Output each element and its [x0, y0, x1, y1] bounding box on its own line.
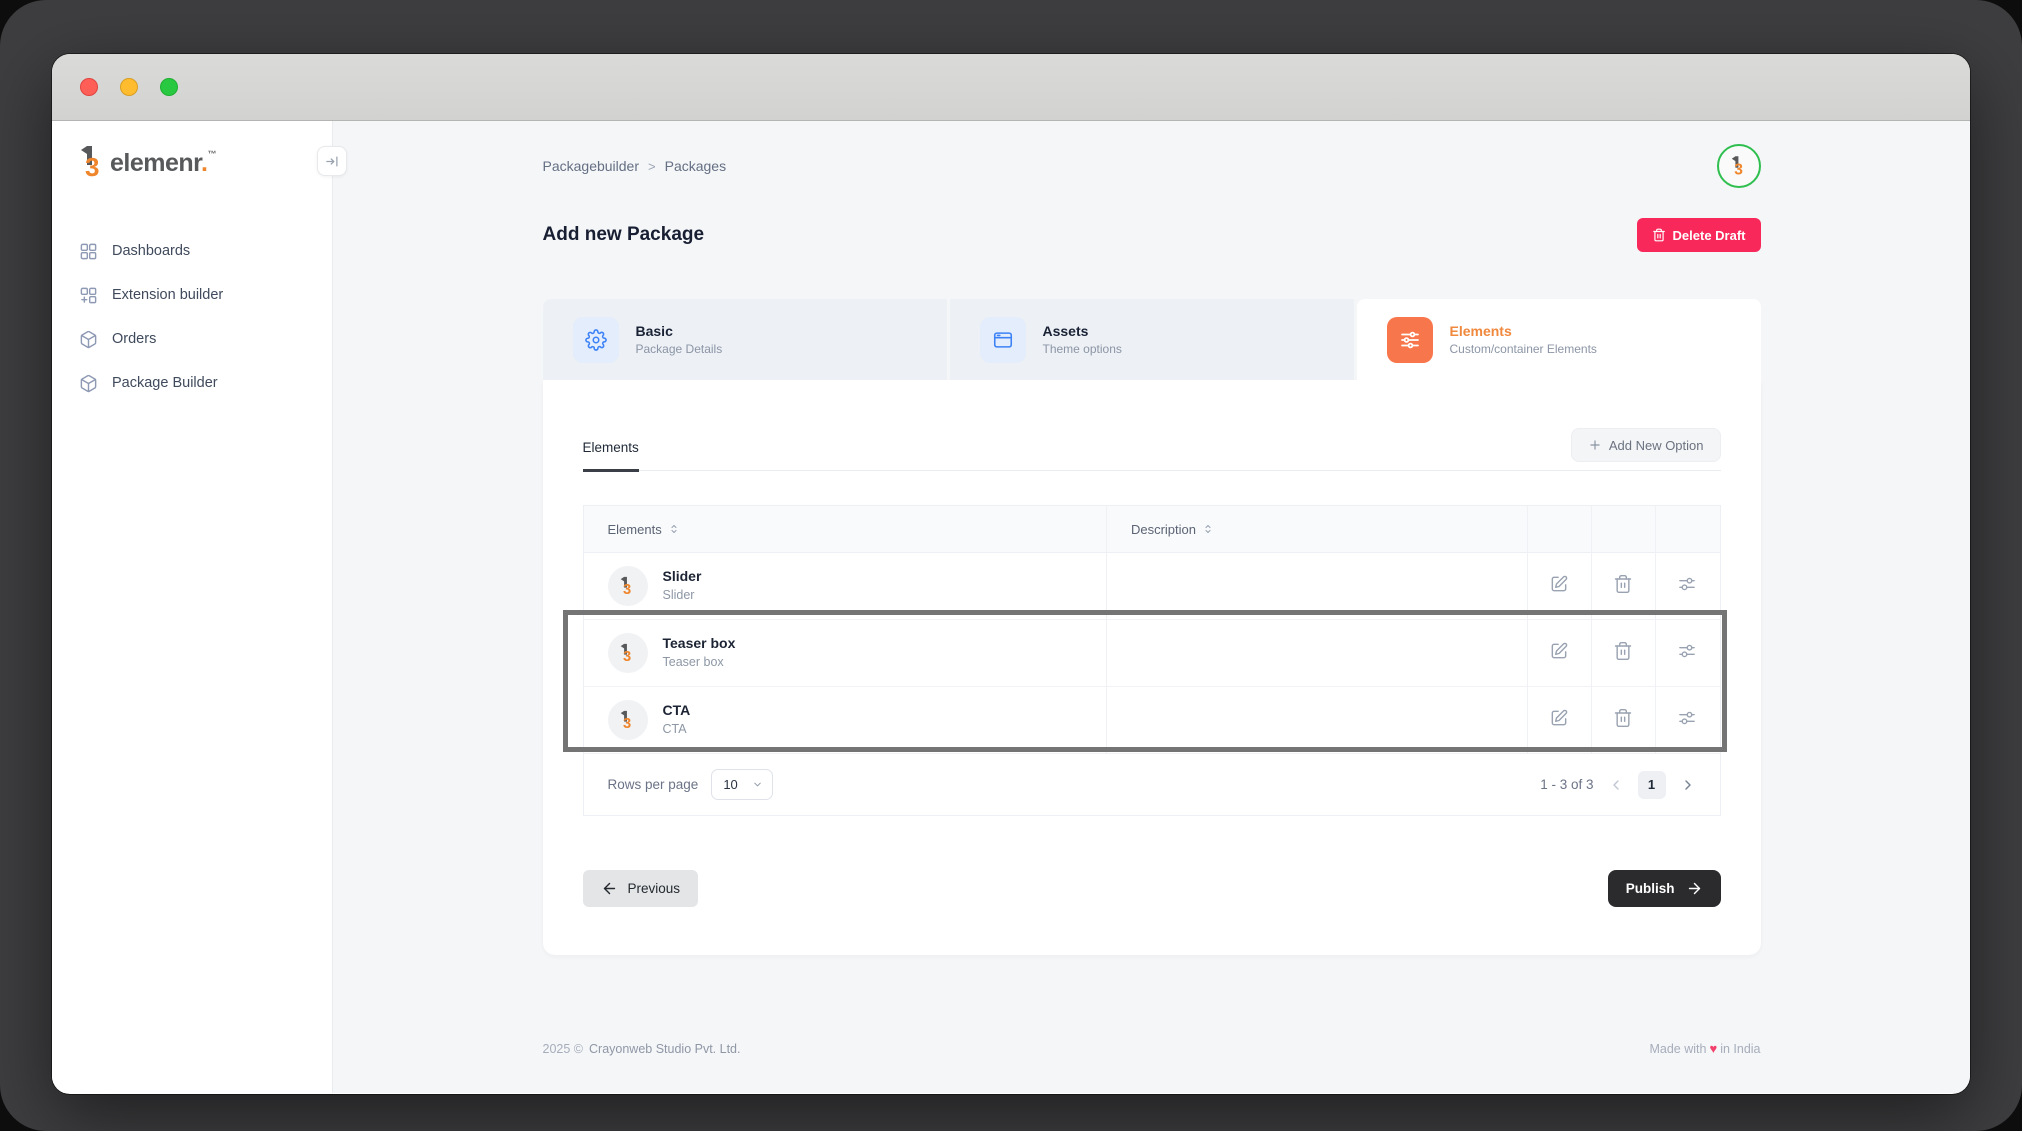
plus-icon	[1588, 438, 1602, 452]
tab-elements[interactable]: Elements	[583, 440, 639, 472]
breadcrumb-separator: >	[648, 159, 656, 174]
adjustments-icon[interactable]	[1677, 574, 1699, 596]
add-new-option-button[interactable]: Add New Option	[1571, 428, 1721, 462]
grid-plus-icon	[79, 286, 98, 305]
edit-icon[interactable]	[1549, 574, 1571, 596]
sidebar-item-label: Extension builder	[112, 287, 223, 303]
column-header-elements[interactable]: Elements	[583, 506, 1106, 553]
element-logo-avatar: 3	[608, 566, 648, 606]
delete-draft-button[interactable]: Delete Draft	[1637, 218, 1761, 252]
browser-icon	[980, 317, 1026, 363]
pagination-page-1[interactable]: 1	[1638, 771, 1666, 799]
footer-made-with: Made with♥in India	[1649, 1041, 1760, 1056]
element-subtitle: Slider	[663, 587, 702, 605]
previous-button[interactable]: Previous	[583, 870, 699, 907]
minimize-window-button[interactable]	[120, 78, 138, 96]
column-header-action	[1656, 506, 1720, 553]
breadcrumb: Packagebuilder > Packages	[543, 158, 727, 174]
element-title: Slider	[663, 567, 702, 587]
publish-button[interactable]: Publish	[1608, 870, 1721, 907]
sort-icon	[1202, 523, 1214, 535]
sidebar-item-label: Dashboards	[112, 243, 190, 259]
sidebar-item-package-builder[interactable]: Package Builder	[52, 361, 332, 405]
sidebar-item-orders[interactable]: Orders	[52, 317, 332, 361]
brand-logo-icon: 3	[78, 145, 108, 181]
step-subtitle: Theme options	[1043, 341, 1122, 357]
brand-name: elemenr.™	[110, 145, 216, 181]
breadcrumb-packages[interactable]: Packages	[665, 158, 726, 174]
main-area: Packagebuilder > Packages 3 Add new	[333, 121, 1970, 1093]
step-title: Assets	[1043, 322, 1122, 341]
close-window-button[interactable]	[80, 78, 98, 96]
sidebar-nav: Dashboards Extension builder	[52, 229, 332, 405]
chevron-left-icon[interactable]	[1608, 777, 1624, 793]
pagination-range-label: 1 - 3 of 3	[1540, 777, 1593, 792]
rows-per-page-select[interactable]: 10	[711, 769, 773, 800]
step-title: Elements	[1450, 322, 1597, 341]
sidebar-collapse-button[interactable]	[317, 146, 347, 176]
sidebar-item-label: Package Builder	[112, 375, 218, 391]
footer: 2025 ©Crayonweb Studio Pvt. Ltd. Made wi…	[543, 1041, 1761, 1056]
trash-icon	[1652, 228, 1666, 242]
column-header-action	[1592, 506, 1656, 553]
sidebar-item-dashboards[interactable]: Dashboards	[52, 229, 332, 273]
brand-logo[interactable]: 3 elemenr.™	[78, 145, 332, 185]
sliders-icon	[1387, 317, 1433, 363]
screenshot-background: 3 elemenr.™	[0, 0, 2022, 1131]
step-subtitle: Package Details	[636, 341, 723, 357]
step-subtitle: Custom/container Elements	[1450, 341, 1597, 357]
step-basic[interactable]: Basic Package Details	[543, 299, 947, 380]
sidebar-item-label: Orders	[112, 331, 156, 347]
arrow-to-bar-icon	[325, 154, 340, 169]
sidebar-item-extension-builder[interactable]: Extension builder	[52, 273, 332, 317]
step-assets[interactable]: Assets Theme options	[950, 299, 1354, 380]
page-title: Add new Package	[543, 224, 705, 246]
breadcrumb-packagebuilder[interactable]: Packagebuilder	[543, 158, 640, 174]
brand-logo-mark-icon: 3	[1730, 155, 1748, 178]
heart-icon: ♥	[1709, 1041, 1717, 1056]
column-header-action	[1528, 506, 1592, 553]
svg-text:3: 3	[1734, 161, 1743, 178]
package-icon	[79, 374, 98, 393]
chevron-right-icon[interactable]	[1680, 777, 1696, 793]
sidebar: 3 elemenr.™	[52, 121, 333, 1093]
step-title: Basic	[636, 322, 723, 341]
gear-icon	[573, 317, 619, 363]
arrow-left-icon	[601, 880, 618, 897]
package-icon	[79, 330, 98, 349]
user-avatar[interactable]: 3	[1717, 144, 1761, 188]
column-header-description[interactable]: Description	[1106, 506, 1527, 553]
app-window: 3 elemenr.™	[52, 54, 1970, 1094]
wizard-steps: Basic Package Details Assets	[543, 299, 1761, 380]
step-elements[interactable]: Elements Custom/container Elements	[1357, 299, 1761, 380]
rows-per-page-label: Rows per page	[608, 777, 699, 792]
chevron-down-icon	[752, 779, 763, 790]
macos-titlebar	[52, 54, 1970, 121]
footer-copyright: 2025 ©Crayonweb Studio Pvt. Ltd.	[543, 1042, 741, 1056]
svg-text:3: 3	[85, 152, 99, 181]
zoom-window-button[interactable]	[160, 78, 178, 96]
trash-icon[interactable]	[1613, 574, 1635, 596]
arrow-right-icon	[1686, 880, 1703, 897]
grid-icon	[79, 242, 98, 261]
sort-icon	[668, 523, 680, 535]
table-pagination: Rows per page 10	[608, 769, 1696, 800]
svg-text:3: 3	[623, 581, 631, 596]
highlight-annotation-rectangle	[563, 610, 1727, 752]
